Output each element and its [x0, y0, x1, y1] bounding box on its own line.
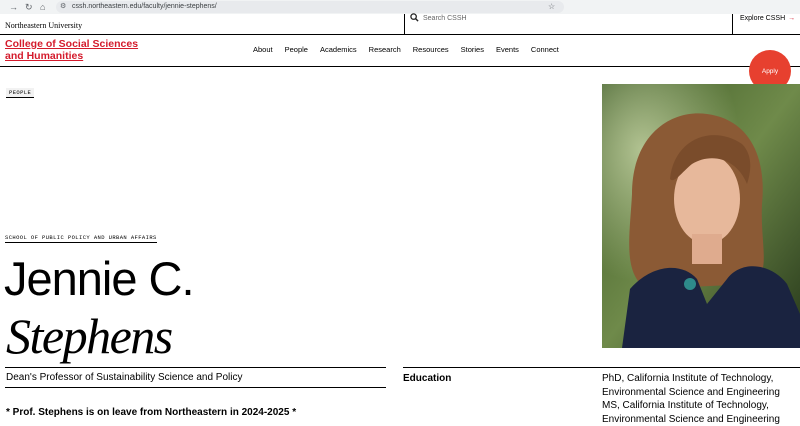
education-line: MS, California Institute of Technology,: [602, 399, 780, 413]
education-list: PhD, California Institute of Technology,…: [602, 372, 780, 426]
main-nav: About People Academics Research Resource…: [253, 45, 559, 55]
search-input[interactable]: Search CSSH: [423, 14, 467, 24]
nav-about[interactable]: About: [253, 45, 273, 55]
category-tag[interactable]: PEOPLE: [6, 88, 34, 98]
reload-icon[interactable]: ↻: [25, 1, 33, 13]
college-name-line1: College of Social Sciences: [5, 38, 155, 50]
site-settings-icon[interactable]: ⚙: [60, 2, 66, 12]
profile-photo: [602, 84, 800, 348]
leave-notice: * Prof. Stephens is on leave from Northe…: [6, 406, 296, 419]
explore-label: Explore CSSH: [740, 15, 785, 22]
nav-people[interactable]: People: [285, 45, 308, 55]
nav-connect[interactable]: Connect: [531, 45, 559, 55]
education-line: Environmental Science and Engineering: [602, 386, 780, 400]
explore-cssh-link[interactable]: Explore CSSH→: [740, 14, 795, 24]
nav-resources[interactable]: Resources: [413, 45, 449, 55]
divider: [0, 34, 800, 35]
nav-stories[interactable]: Stories: [461, 45, 484, 55]
education-line: Environmental Science and Engineering: [602, 413, 780, 426]
url-text[interactable]: cssh.northeastern.edu/faculty/jennie-ste…: [72, 2, 217, 12]
home-icon[interactable]: ⌂: [40, 1, 45, 13]
nav-events[interactable]: Events: [496, 45, 519, 55]
arrow-right-icon: →: [788, 15, 795, 22]
college-name-line2: and Humanities: [5, 50, 155, 62]
divider: [403, 367, 800, 368]
bookmark-star-icon[interactable]: ☆: [548, 1, 555, 13]
college-logo-link[interactable]: College of Social Sciences and Humanitie…: [5, 38, 155, 62]
education-line: PhD, California Institute of Technology,: [602, 372, 780, 386]
search-icon[interactable]: [410, 12, 419, 26]
profile-last-name: Stephens: [6, 307, 172, 365]
nav-research[interactable]: Research: [369, 45, 401, 55]
divider: [0, 66, 800, 67]
profile-first-name: Jennie C.: [4, 252, 194, 306]
divider: [5, 387, 386, 388]
university-logo[interactable]: Northeastern University: [5, 20, 82, 32]
divider: [5, 367, 386, 368]
profile-title: Dean's Professor of Sustainability Scien…: [6, 371, 242, 384]
forward-arrow-icon[interactable]: →: [9, 1, 18, 13]
school-tag[interactable]: SCHOOL OF PUBLIC POLICY AND URBAN AFFAIR…: [5, 233, 157, 243]
nav-academics[interactable]: Academics: [320, 45, 357, 55]
education-heading: Education: [403, 372, 451, 385]
